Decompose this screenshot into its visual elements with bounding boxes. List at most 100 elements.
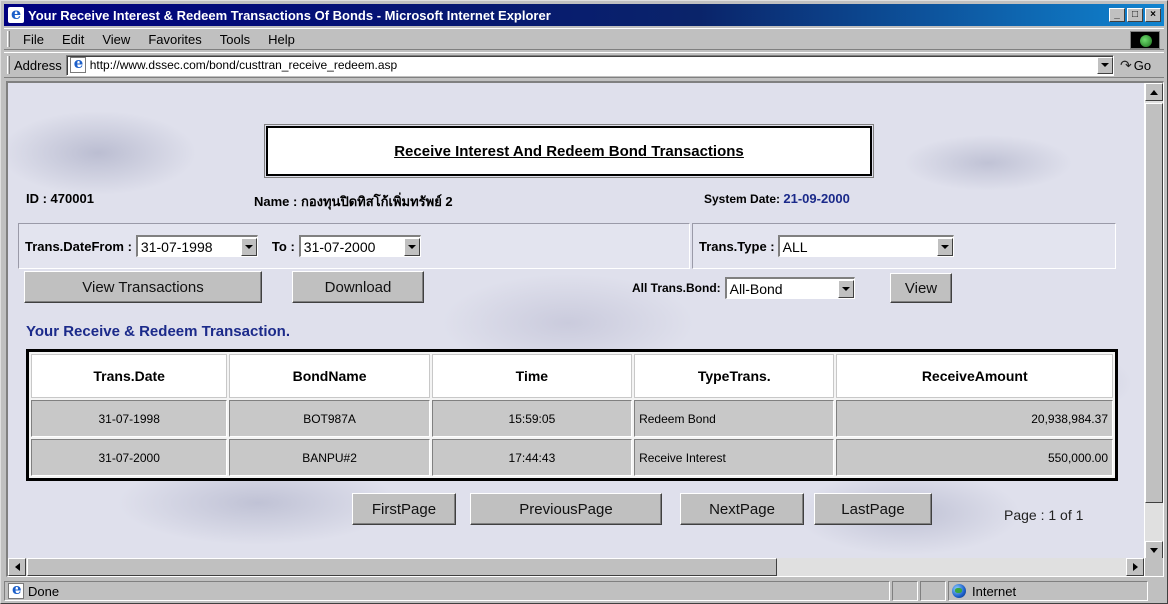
- menu-tools[interactable]: Tools: [211, 32, 259, 47]
- date-from-select[interactable]: 31-07-1998: [135, 235, 258, 257]
- page-title: Receive Interest And Redeem Bond Transac…: [264, 124, 874, 178]
- previous-page-button[interactable]: PreviousPage: [470, 493, 662, 525]
- menu-bar: File Edit View Favorites Tools Help: [4, 28, 1164, 50]
- trans-type-label: Trans.Type :: [699, 238, 775, 254]
- header-time: Time: [431, 354, 633, 398]
- browser-window: Your Receive Interest & Redeem Transacti…: [0, 0, 1168, 604]
- scroll-down-button[interactable]: [1145, 541, 1163, 559]
- customer-name: Name : กองทุนปิดทิสโก้เพิ่มทรัพย์ 2: [254, 194, 453, 209]
- header-bond-name: BondName: [229, 354, 430, 398]
- status-bar: Done Internet: [4, 580, 1164, 602]
- download-button[interactable]: Download: [292, 271, 424, 303]
- system-date-value: 21-09-2000: [783, 191, 850, 206]
- page-icon: [69, 54, 86, 73]
- close-button[interactable]: ×: [1145, 8, 1161, 22]
- trans-bond-dropdown-icon[interactable]: [837, 279, 854, 298]
- horizontal-scroll-thumb[interactable]: [27, 558, 777, 576]
- address-bar: Address http://www.dssec.com/bond/custtr…: [4, 52, 1164, 78]
- status-zone-cell: Internet: [948, 581, 1148, 601]
- transactions-table: Trans.Date BondName Time TypeTrans. Rece…: [26, 349, 1118, 481]
- cell-type-trans: Redeem Bond: [634, 400, 835, 437]
- trans-bond-value: All-Bond: [729, 280, 783, 297]
- menu-favorites[interactable]: Favorites: [139, 32, 210, 47]
- next-page-button[interactable]: NextPage: [680, 493, 804, 525]
- vertical-scroll-thumb[interactable]: [1145, 103, 1163, 503]
- all-trans-bond-label: All Trans.Bond:: [632, 281, 721, 295]
- window-title: Your Receive Interest & Redeem Transacti…: [28, 7, 551, 23]
- page-title-text: Receive Interest And Redeem Bond Transac…: [394, 142, 744, 160]
- address-label: Address: [14, 57, 62, 73]
- status-text-cell: Done: [4, 580, 890, 601]
- page-info: Page : 1 of 1: [1004, 507, 1084, 523]
- maximize-button[interactable]: □: [1127, 8, 1143, 22]
- status-text: Done: [28, 583, 60, 599]
- status-cell-1: [892, 581, 918, 601]
- filter-row: Trans.DateFrom : 31-07-1998 To : 31-07-2…: [18, 223, 1118, 269]
- cell-time: 15:59:05: [431, 400, 633, 437]
- table-row: 31-07-1998 BOT987A 15:59:05 Redeem Bond …: [31, 400, 1113, 437]
- date-from-value: 31-07-1998: [140, 238, 213, 255]
- cell-time: 17:44:43: [431, 439, 633, 476]
- date-from-label: Trans.DateFrom :: [25, 238, 132, 254]
- go-button[interactable]: ↷ Go: [1118, 57, 1164, 74]
- address-input[interactable]: http://www.dssec.com/bond/custtran_recei…: [65, 54, 1114, 76]
- date-range-cell: Trans.DateFrom : 31-07-1998 To : 31-07-2…: [18, 223, 690, 269]
- title-bar: Your Receive Interest & Redeem Transacti…: [4, 4, 1164, 26]
- header-type-trans: TypeTrans.: [634, 354, 835, 398]
- trans-type-dropdown-icon[interactable]: [936, 237, 953, 256]
- cell-receive-amount: 20,938,984.37: [836, 400, 1113, 437]
- trans-type-value: ALL: [782, 238, 808, 255]
- header-trans-date: Trans.Date: [31, 354, 228, 398]
- view-transactions-button[interactable]: View Transactions: [24, 271, 262, 303]
- table-row: 31-07-2000 BANPU#2 17:44:43 Receive Inte…: [31, 439, 1113, 476]
- page-content: Receive Interest And Redeem Bond Transac…: [8, 83, 1144, 559]
- ie-logo-icon: [8, 4, 24, 23]
- globe-icon: [952, 584, 966, 598]
- go-arrow-icon: ↷: [1120, 56, 1132, 73]
- table-header-row: Trans.Date BondName Time TypeTrans. Rece…: [31, 354, 1113, 398]
- go-label: Go: [1133, 57, 1152, 73]
- last-page-button[interactable]: LastPage: [814, 493, 932, 525]
- view-button[interactable]: View: [890, 273, 952, 303]
- menu-grip: [7, 31, 10, 47]
- trans-bond-filter: All Trans.Bond: All-Bond: [632, 277, 855, 299]
- vertical-scrollbar[interactable]: [1145, 83, 1163, 559]
- scroll-right-button[interactable]: [1126, 558, 1144, 576]
- cell-type-trans: Receive Interest: [634, 439, 835, 476]
- header-receive-amount: ReceiveAmount: [836, 354, 1113, 398]
- windows-logo-throbber-icon: [1130, 31, 1160, 49]
- menu-edit[interactable]: Edit: [53, 32, 93, 47]
- trans-bond-select[interactable]: All-Bond: [724, 277, 855, 299]
- minimize-button[interactable]: _: [1109, 8, 1125, 22]
- trans-type-select[interactable]: ALL: [777, 235, 954, 257]
- menu-help[interactable]: Help: [259, 32, 304, 47]
- cell-bond-name: BOT987A: [229, 400, 430, 437]
- system-date-label: System Date:: [704, 192, 781, 206]
- scroll-up-button[interactable]: [1145, 83, 1163, 101]
- address-url[interactable]: http://www.dssec.com/bond/custtran_recei…: [90, 58, 1097, 72]
- scroll-left-button[interactable]: [8, 558, 26, 576]
- horizontal-scrollbar[interactable]: [8, 558, 1144, 576]
- date-from-dropdown-icon[interactable]: [240, 237, 257, 256]
- date-to-value: 31-07-2000: [303, 238, 376, 255]
- cell-bond-name: BANPU#2: [229, 439, 430, 476]
- cell-trans-date: 31-07-2000: [31, 439, 228, 476]
- cell-receive-amount: 550,000.00: [836, 439, 1113, 476]
- date-to-dropdown-icon[interactable]: [403, 237, 420, 256]
- date-to-select[interactable]: 31-07-2000: [298, 235, 421, 257]
- status-zone: Internet: [972, 583, 1017, 599]
- menu-view[interactable]: View: [93, 32, 139, 47]
- address-grip: [7, 56, 10, 74]
- address-dropdown-button[interactable]: [1097, 56, 1113, 74]
- status-page-icon: [8, 580, 24, 599]
- system-date: System Date: 21-09-2000: [704, 191, 850, 206]
- section-label: Your Receive & Redeem Transaction.: [26, 323, 290, 340]
- to-label: To :: [271, 238, 295, 254]
- trans-type-cell: Trans.Type : ALL: [692, 223, 1116, 269]
- customer-id: ID : 470001: [26, 191, 94, 206]
- first-page-button[interactable]: FirstPage: [352, 493, 456, 525]
- scrollbar-corner: [1145, 558, 1163, 576]
- status-cell-2: [920, 581, 946, 601]
- menu-file[interactable]: File: [14, 32, 53, 47]
- window-controls: _ □ ×: [1109, 8, 1161, 22]
